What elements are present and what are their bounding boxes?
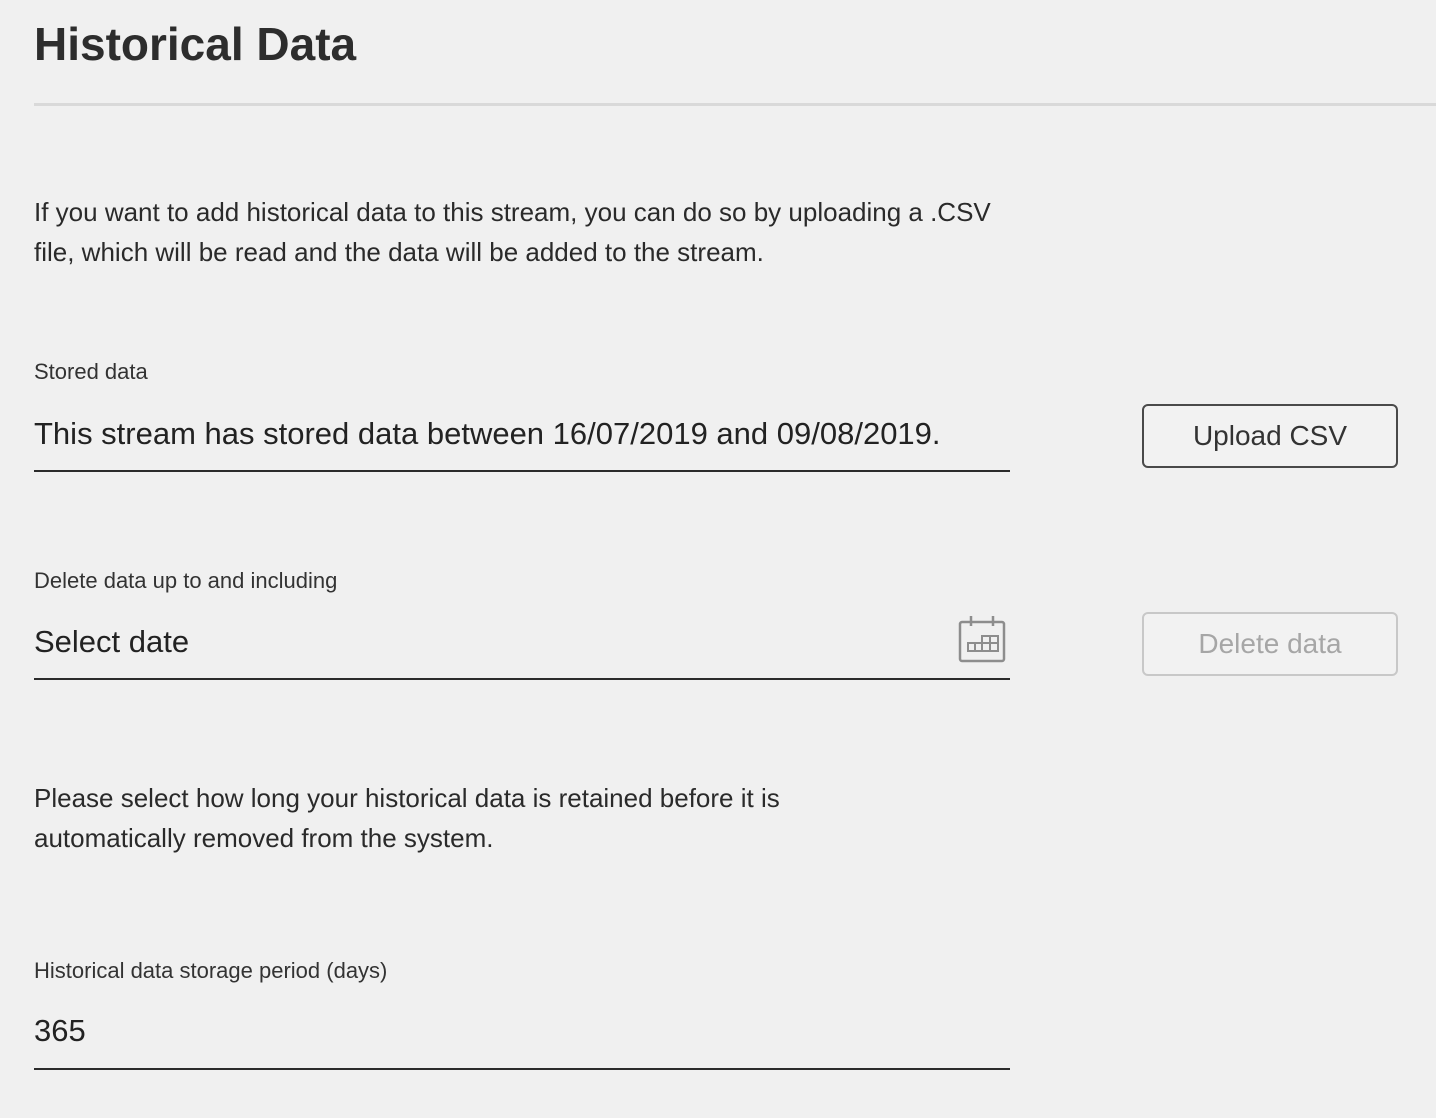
upload-csv-button[interactable]: Upload CSV — [1142, 404, 1398, 468]
stored-data-value: This stream has stored data between 16/0… — [34, 416, 941, 451]
delete-date-label: Delete data up to and including — [34, 568, 338, 593]
stored-data-field: This stream has stored data between 16/0… — [34, 404, 1010, 472]
retention-text: Please select how long your historical d… — [34, 783, 780, 853]
storage-period-input[interactable]: 365 — [34, 1003, 1010, 1070]
intro-text: If you want to add historical data to th… — [34, 197, 991, 267]
storage-period-value: 365 — [34, 1013, 86, 1048]
stored-data-label: Stored data — [34, 359, 148, 384]
historical-data-page: Historical Data If you want to add histo… — [0, 0, 1436, 1118]
page-title: Historical Data — [34, 18, 357, 70]
delete-date-placeholder: Select date — [34, 624, 190, 659]
delete-date-input[interactable]: Select date — [34, 612, 1010, 680]
title-divider — [34, 103, 1436, 106]
storage-period-label: Historical data storage period (days) — [34, 958, 388, 983]
calendar-icon[interactable] — [958, 614, 1006, 664]
delete-data-button[interactable]: Delete data — [1142, 612, 1398, 676]
